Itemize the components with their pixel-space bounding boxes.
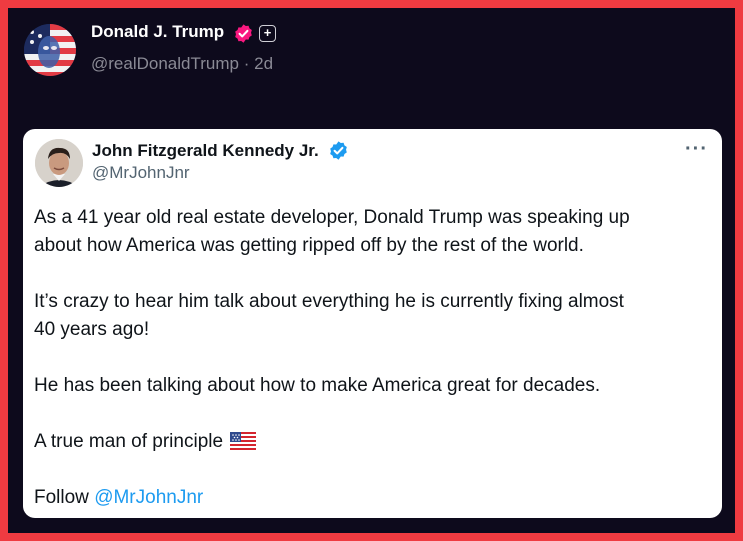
separator-dot: · [243,54,250,73]
author-handle[interactable]: @realDonaldTrump [91,54,239,73]
verified-badge-icon [330,141,347,160]
paragraph-1: As a 41 year old real estate developer, … [34,207,630,256]
follow-text: Follow [34,487,89,508]
quoted-author-name[interactable]: John Fitzgerald Kennedy Jr. [92,141,319,161]
plus-icon: + [259,25,276,42]
verified-badge-icon [235,24,252,43]
more-options-icon[interactable]: ··· [685,138,708,161]
quoted-author-handle[interactable]: @MrJohnJnr [92,163,190,183]
paragraph-3: He has been talking about how to make Am… [34,375,601,396]
post-frame: Donald J. Trump + @realDonaldTrump · 2d … [8,8,735,533]
mention-link[interactable]: @MrJohnJnr [94,487,203,508]
quoted-post-text: As a 41 year old real estate developer, … [34,204,710,512]
quoted-author-avatar[interactable] [35,139,83,187]
author-handle-line: @realDonaldTrump · 2d [91,54,273,74]
follow-line: Follow @MrJohnJnr [34,484,710,512]
paragraph-4-text: A true man of principle [34,431,224,452]
paragraph-4: A true man of principle [34,428,710,456]
author-name[interactable]: Donald J. Trump [91,22,224,42]
author-avatar[interactable] [24,24,76,76]
post-time[interactable]: 2d [254,54,273,73]
us-flag-icon [230,432,257,450]
paragraph-2: It’s crazy to hear him talk about everyt… [34,291,624,340]
quoted-post-card[interactable]: John Fitzgerald Kennedy Jr. @MrJohnJnr ·… [23,129,722,518]
